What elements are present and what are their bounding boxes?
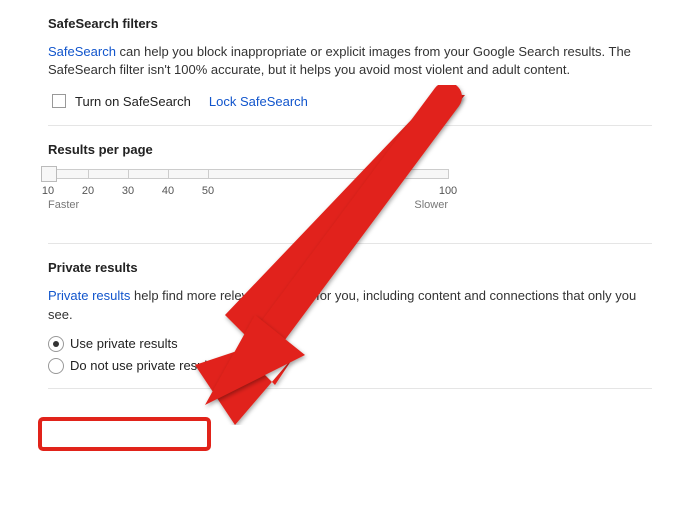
slider-handle[interactable] xyxy=(41,166,57,182)
slider-labels: 10 20 30 40 50 100 Faster Slower xyxy=(48,185,448,213)
safesearch-section: SafeSearch filters SafeSearch can help y… xyxy=(0,0,700,126)
slider-label: 10 xyxy=(42,185,54,197)
safesearch-desc-text: can help you block inappropriate or expl… xyxy=(48,44,631,77)
slider-slower-label: Slower xyxy=(414,199,448,211)
radio-icon xyxy=(48,336,64,352)
private-results-desc-text: help find more relevant content for you,… xyxy=(48,288,636,321)
safesearch-checkbox[interactable]: Turn on SafeSearch xyxy=(48,91,191,111)
lock-safesearch-link[interactable]: Lock SafeSearch xyxy=(209,94,308,109)
results-per-page-heading: Results per page xyxy=(48,142,652,157)
slider-track xyxy=(48,169,448,179)
annotation-highlight-box xyxy=(38,417,211,451)
private-results-link[interactable]: Private results xyxy=(48,288,130,303)
slider-tick xyxy=(128,169,129,179)
radio-use-private-results[interactable]: Use private results xyxy=(48,336,652,352)
safesearch-checkbox-label: Turn on SafeSearch xyxy=(75,94,191,109)
slider-label: 100 xyxy=(439,185,457,197)
radio-label: Do not use private results xyxy=(70,358,217,373)
slider-tick xyxy=(448,169,449,179)
slider-faster-label: Faster xyxy=(48,199,79,211)
radio-icon xyxy=(48,358,64,374)
slider-label: 40 xyxy=(162,185,174,197)
safesearch-heading: SafeSearch filters xyxy=(48,16,652,31)
private-results-heading: Private results xyxy=(48,260,652,275)
safesearch-link[interactable]: SafeSearch xyxy=(48,44,116,59)
radio-do-not-use-private-results[interactable]: Do not use private results xyxy=(48,358,652,374)
results-per-page-section: Results per page 10 20 30 40 50 100 Fast… xyxy=(0,126,700,244)
slider-label: 20 xyxy=(82,185,94,197)
results-per-page-slider[interactable]: 10 20 30 40 50 100 Faster Slower xyxy=(48,169,448,213)
slider-tick xyxy=(88,169,89,179)
safesearch-checkbox-input[interactable] xyxy=(52,94,66,108)
private-results-section: Private results Private results help fin… xyxy=(0,244,700,388)
slider-tick xyxy=(208,169,209,179)
safesearch-controls: Turn on SafeSearch Lock SafeSearch xyxy=(48,91,652,111)
radio-label: Use private results xyxy=(70,336,178,351)
safesearch-description: SafeSearch can help you block inappropri… xyxy=(48,43,652,79)
slider-tick xyxy=(168,169,169,179)
section-divider xyxy=(48,388,652,389)
slider-label: 30 xyxy=(122,185,134,197)
slider-label: 50 xyxy=(202,185,214,197)
private-results-description: Private results help find more relevant … xyxy=(48,287,652,323)
